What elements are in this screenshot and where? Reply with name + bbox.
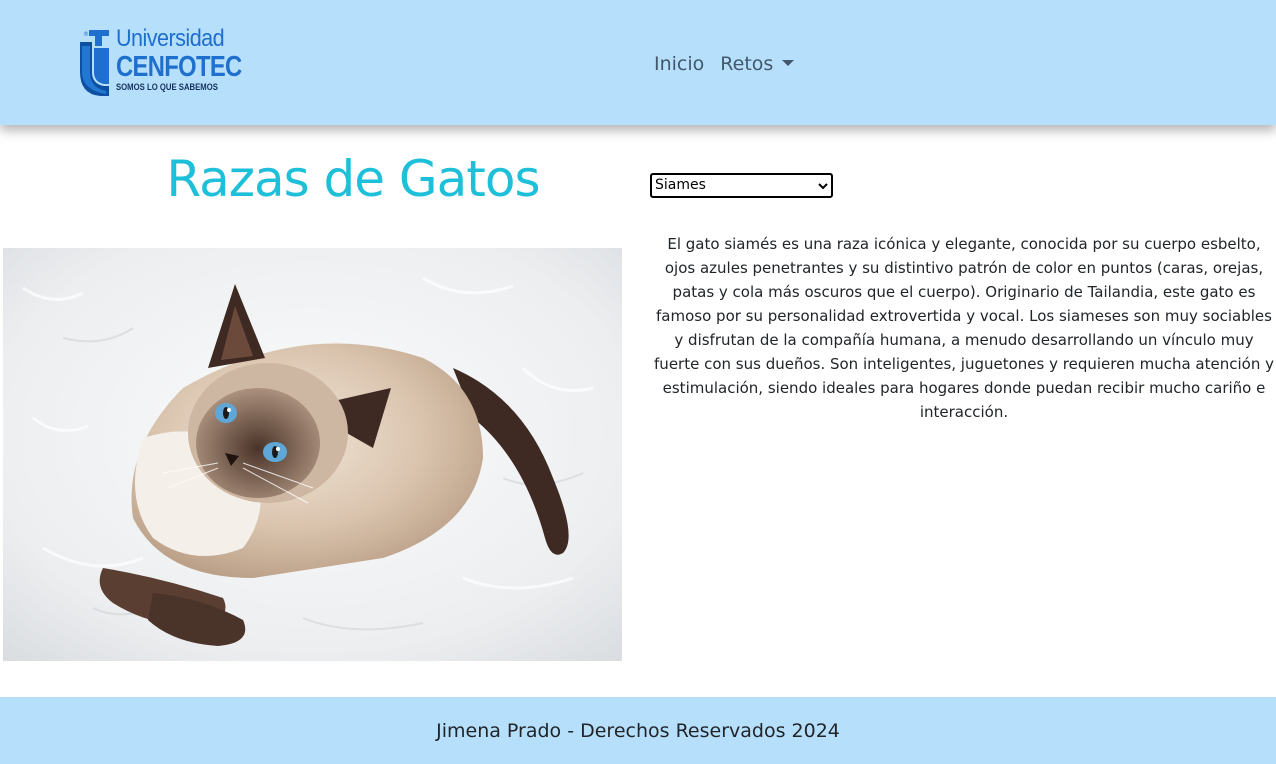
logo-slogan: SOMOS LO QUE SABEMOS bbox=[116, 82, 218, 92]
logo-cenfotec: CENFOTEC bbox=[116, 51, 242, 83]
nav-dropdown-retos-label: Retos bbox=[720, 53, 774, 75]
logo-text: Universidad CENFOTEC SOMOS LO QUE SABEMO… bbox=[116, 25, 242, 93]
cenfotec-logo[interactable]: ® Universidad CENFOTEC SOMOS LO QUE SABE… bbox=[80, 25, 242, 100]
siamese-cat-photo bbox=[3, 248, 622, 661]
breed-select[interactable]: Siames bbox=[650, 173, 833, 198]
main-nav: Inicio Retos bbox=[654, 50, 795, 78]
cenfotec-logo-icon: ® bbox=[80, 30, 109, 96]
caret-down-icon bbox=[782, 60, 795, 66]
breed-select-value: Siames bbox=[655, 177, 706, 193]
chevron-down-icon bbox=[818, 182, 828, 189]
breed-description: El gato siamés es una raza icónica y ele… bbox=[654, 235, 1274, 421]
footer-copyright: Jimena Prado - Derechos Reservados 2024 bbox=[436, 719, 840, 742]
svg-text:®: ® bbox=[83, 31, 89, 38]
site-header: ® Universidad CENFOTEC SOMOS LO QUE SABE… bbox=[0, 0, 1276, 125]
siamese-cat-illustration bbox=[3, 248, 622, 661]
nav-link-inicio[interactable]: Inicio bbox=[654, 53, 704, 75]
site-footer: Jimena Prado - Derechos Reservados 2024 bbox=[0, 697, 1276, 764]
nav-dropdown-retos[interactable]: Retos bbox=[720, 53, 795, 75]
page-title: Razas de Gatos bbox=[166, 150, 540, 208]
logo-university: Universidad bbox=[116, 25, 225, 52]
